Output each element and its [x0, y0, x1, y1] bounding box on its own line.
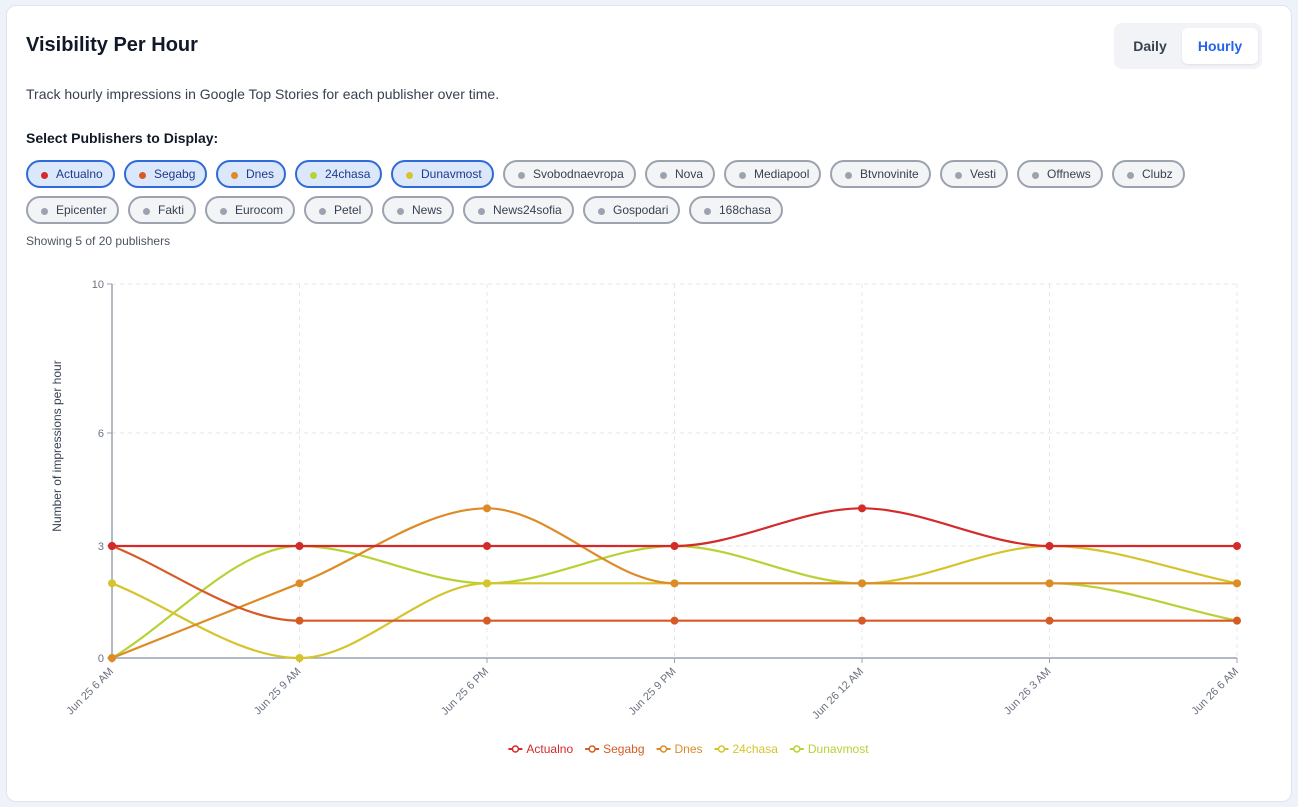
legend-marker-dnes[interactable]	[659, 745, 668, 753]
x-tick-label: Jun 25 6 AM	[64, 666, 116, 718]
data-point-segabg	[295, 616, 304, 625]
y-tick-label: 6	[98, 428, 104, 440]
data-point-actualno	[483, 542, 491, 550]
data-point-dnes	[108, 654, 116, 662]
legend-label-dnes[interactable]: Dnes	[674, 742, 702, 756]
y-tick-label: 0	[98, 653, 104, 665]
data-point-24chasa	[108, 579, 116, 588]
legend-marker-actualno[interactable]	[511, 745, 520, 753]
data-point-segabg	[858, 616, 866, 625]
legend-label-segabg[interactable]: Segabg	[603, 742, 644, 756]
legend-label-actualno[interactable]: Actualno	[526, 742, 573, 756]
y-tick-label: 3	[98, 541, 104, 553]
data-point-dnes	[295, 579, 304, 588]
data-point-24chasa	[483, 579, 491, 588]
data-point-actualno	[670, 542, 679, 550]
data-point-dnes	[1045, 579, 1054, 588]
data-point-segabg	[670, 616, 679, 625]
data-point-actualno	[1045, 542, 1054, 550]
data-point-dnes	[670, 579, 679, 588]
data-point-actualno	[108, 542, 116, 550]
data-point-dnes	[1233, 579, 1241, 588]
x-tick-label: Jun 25 9 AM	[252, 666, 304, 718]
x-tick-label: Jun 26 6 AM	[1189, 666, 1241, 718]
y-axis-title: Number of impressions per hour	[50, 360, 64, 531]
data-point-dnes	[483, 504, 491, 513]
legend-label-dunavmost[interactable]: Dunavmost	[808, 742, 869, 756]
impressions-line-chart: 0 3 6 10 Jun 25 6 AM Jun 25 9 AM Jun 25 6 PM Ju…	[50, 279, 1241, 756]
series-line-dunavmost	[111, 544, 1238, 659]
data-point-dnes	[858, 579, 866, 588]
data-point-segabg	[1045, 616, 1054, 625]
data-point-segabg	[1233, 616, 1241, 625]
legend-marker-dunavmost[interactable]	[793, 745, 801, 753]
x-tick-label: Jun 25 6 PM	[439, 666, 491, 718]
legend-marker-24chasa[interactable]	[717, 745, 726, 753]
data-point-actualno	[1233, 542, 1241, 550]
x-tick-label: Jun 26 3 AM	[1002, 666, 1054, 718]
data-point-segabg	[483, 616, 491, 625]
legend-marker-segabg[interactable]	[588, 745, 596, 753]
series-line-24chasa	[111, 544, 1238, 660]
x-tick-label: Jun 25 9 PM	[626, 666, 678, 718]
legend-label-24chasa[interactable]: 24chasa	[733, 742, 779, 756]
data-point-24chasa	[295, 654, 304, 662]
y-tick-label: 10	[92, 279, 104, 291]
data-point-actualno	[858, 504, 866, 513]
x-tick-label: Jun 26 12 AM	[810, 666, 866, 722]
data-point-actualno	[295, 542, 304, 550]
